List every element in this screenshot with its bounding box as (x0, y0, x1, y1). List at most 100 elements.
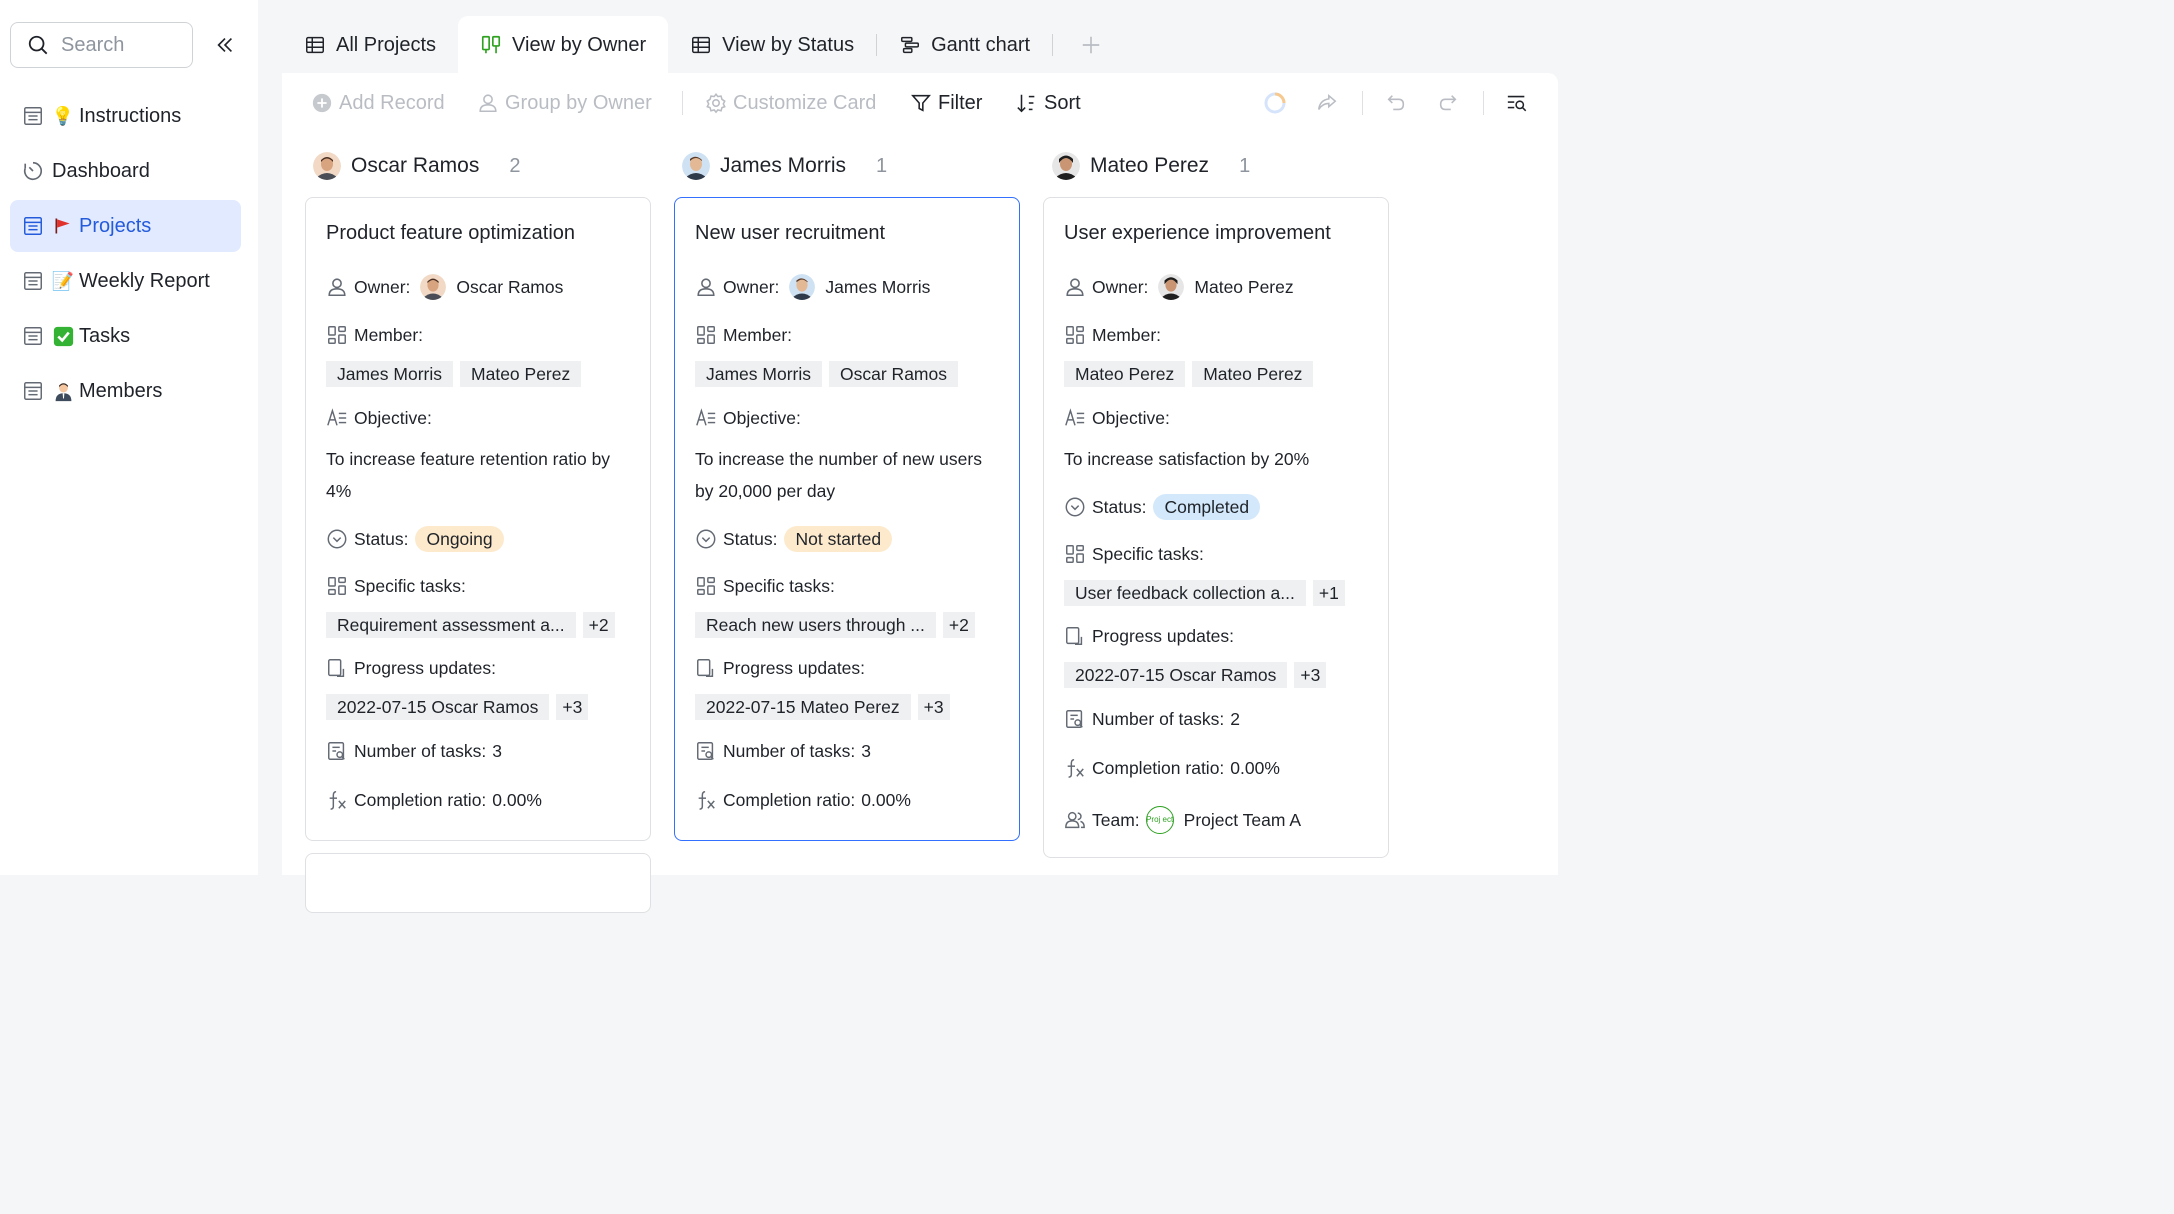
toolbar-divider (1483, 91, 1484, 115)
tab-gantt-chart[interactable]: Gantt chart (877, 16, 1052, 74)
owner-field: Owner: Mateo Perez (1064, 274, 1294, 300)
progress-link-icon (695, 657, 717, 679)
kanban-icon (481, 35, 501, 54)
sidebar-item-projects[interactable]: Projects (10, 200, 241, 252)
sidebar-item-tasks[interactable]: Tasks (10, 310, 241, 362)
person-icon (479, 94, 497, 113)
loading-ring-icon (1264, 92, 1286, 114)
add-view-button[interactable] (1071, 25, 1111, 65)
field-label: Owner: (354, 276, 411, 297)
number-of-tasks-value: 3 (492, 740, 503, 761)
group-by-label: Group by Owner (505, 91, 652, 114)
number-of-tasks-value: 3 (861, 740, 872, 761)
tab-divider (1052, 34, 1054, 56)
sidebar-item-label: Projects (79, 214, 152, 237)
toolbar-divider (1362, 91, 1363, 115)
toolbar: Add Record Group by Owner Customize Card… (282, 73, 1558, 133)
avatar (313, 152, 341, 180)
field-label: Status: (723, 528, 778, 549)
field-label: Specific tasks: (723, 575, 835, 596)
sidebar-item-label: Members (79, 379, 163, 402)
field-label: Objective: (1092, 407, 1170, 428)
number-of-tasks-field: Number of tasks: 2 (1064, 708, 1240, 730)
tab-label: All Projects (336, 33, 437, 56)
table-icon (306, 36, 324, 54)
tab-label: View by Status (722, 33, 855, 56)
owner-name: Oscar Ramos (456, 276, 564, 297)
column-owner-name: Mateo Perez (1090, 154, 1210, 177)
more-count-tag: +3 (1294, 662, 1327, 688)
list-search-icon (1507, 95, 1527, 112)
share-button[interactable] (1314, 90, 1340, 116)
record-card[interactable]: Product feature optimization Owner: Osca… (305, 197, 651, 841)
completion-ratio-value: 0.00% (861, 789, 911, 810)
customize-card-button[interactable]: Customize Card (705, 88, 876, 118)
field-label: Member: (723, 324, 793, 345)
plus-circle-icon (312, 93, 332, 113)
field-label: Specific tasks: (354, 575, 466, 596)
specific-tasks-field: Specific tasks: (1064, 543, 1204, 565)
search-input[interactable] (61, 33, 181, 57)
undo-button[interactable] (1383, 90, 1409, 116)
record-card[interactable] (305, 853, 651, 913)
loading-indicator (1262, 90, 1288, 116)
add-record-button[interactable]: Add Record (311, 88, 445, 118)
filter-button[interactable]: Filter (910, 88, 982, 118)
field-label: Number of tasks: (1092, 708, 1225, 729)
linked-records-icon (695, 324, 717, 346)
redo-icon (1439, 95, 1457, 111)
sidebar: 💡 Instructions Dashboard Projects 📝 Week… (0, 0, 258, 875)
column-header-oscar-ramos[interactable]: Oscar Ramos 2 (313, 150, 520, 182)
member-field: Member: (326, 324, 423, 346)
column-header-mateo-perez[interactable]: Mateo Perez 1 (1052, 150, 1250, 182)
progress-tags: 2022-07-15 Oscar Ramos +3 (326, 694, 595, 720)
column-record-count: 2 (509, 154, 521, 177)
group-by-button[interactable]: Group by Owner (477, 88, 652, 118)
sidebar-item-instructions[interactable]: 💡 Instructions (10, 90, 241, 142)
task-tag: Reach new users through ... (695, 612, 936, 638)
column-header-james-morris[interactable]: James Morris 1 (682, 150, 887, 182)
search-records-button[interactable] (1504, 90, 1530, 116)
tab-all-projects[interactable]: All Projects (282, 16, 458, 74)
double-chevron-left-icon (217, 37, 233, 53)
completion-ratio-field: Completion ratio: 0.00% (695, 789, 911, 811)
sidebar-item-members[interactable]: Members (10, 365, 241, 417)
lookup-icon (326, 740, 348, 762)
status-badge: Ongoing (415, 526, 504, 552)
field-label: Number of tasks: (723, 740, 856, 761)
progress-link-icon (1064, 625, 1086, 647)
person-icon (326, 276, 348, 298)
sidebar-item-weekly-report[interactable]: 📝 Weekly Report (10, 255, 241, 307)
person-icon (1064, 276, 1086, 298)
avatar (1158, 274, 1185, 300)
owner-name: Mateo Perez (1194, 276, 1294, 297)
status-field: Status: Not started (695, 526, 893, 552)
more-count-tag: +2 (942, 612, 975, 638)
formula-icon (695, 789, 717, 811)
tab-view-by-owner[interactable]: View by Owner (458, 16, 669, 74)
memo-icon: 📝 (51, 270, 75, 292)
avatar (1052, 152, 1080, 180)
search-box[interactable] (10, 22, 193, 68)
collapse-sidebar-button[interactable] (212, 32, 238, 58)
tab-label: Gantt chart (931, 33, 1031, 56)
field-label: Progress updates: (354, 657, 497, 678)
column-record-count: 1 (876, 154, 888, 177)
status-icon (326, 528, 348, 550)
objective-field: Objective: (326, 407, 432, 429)
redo-button[interactable] (1435, 90, 1461, 116)
tab-view-by-status[interactable]: View by Status (668, 16, 876, 74)
sidebar-item-dashboard[interactable]: Dashboard (10, 145, 241, 197)
progress-tag: 2022-07-15 Oscar Ramos (1064, 662, 1288, 688)
member-tag: Oscar Ramos (829, 361, 958, 387)
text-field-icon (326, 407, 348, 429)
member-tags: James Morris Mateo Perez (326, 361, 588, 387)
member-tag: Mateo Perez (1064, 361, 1186, 387)
record-card-selected[interactable]: New user recruitment Owner: James Morris… (674, 197, 1020, 841)
sort-icon (1017, 94, 1035, 113)
team-name: Project Team A (1183, 809, 1302, 830)
record-card[interactable]: User experience improvement Owner: Mateo… (1043, 197, 1389, 858)
member-tag: James Morris (326, 361, 454, 387)
formula-icon (326, 789, 348, 811)
sort-button[interactable]: Sort (1016, 88, 1081, 118)
